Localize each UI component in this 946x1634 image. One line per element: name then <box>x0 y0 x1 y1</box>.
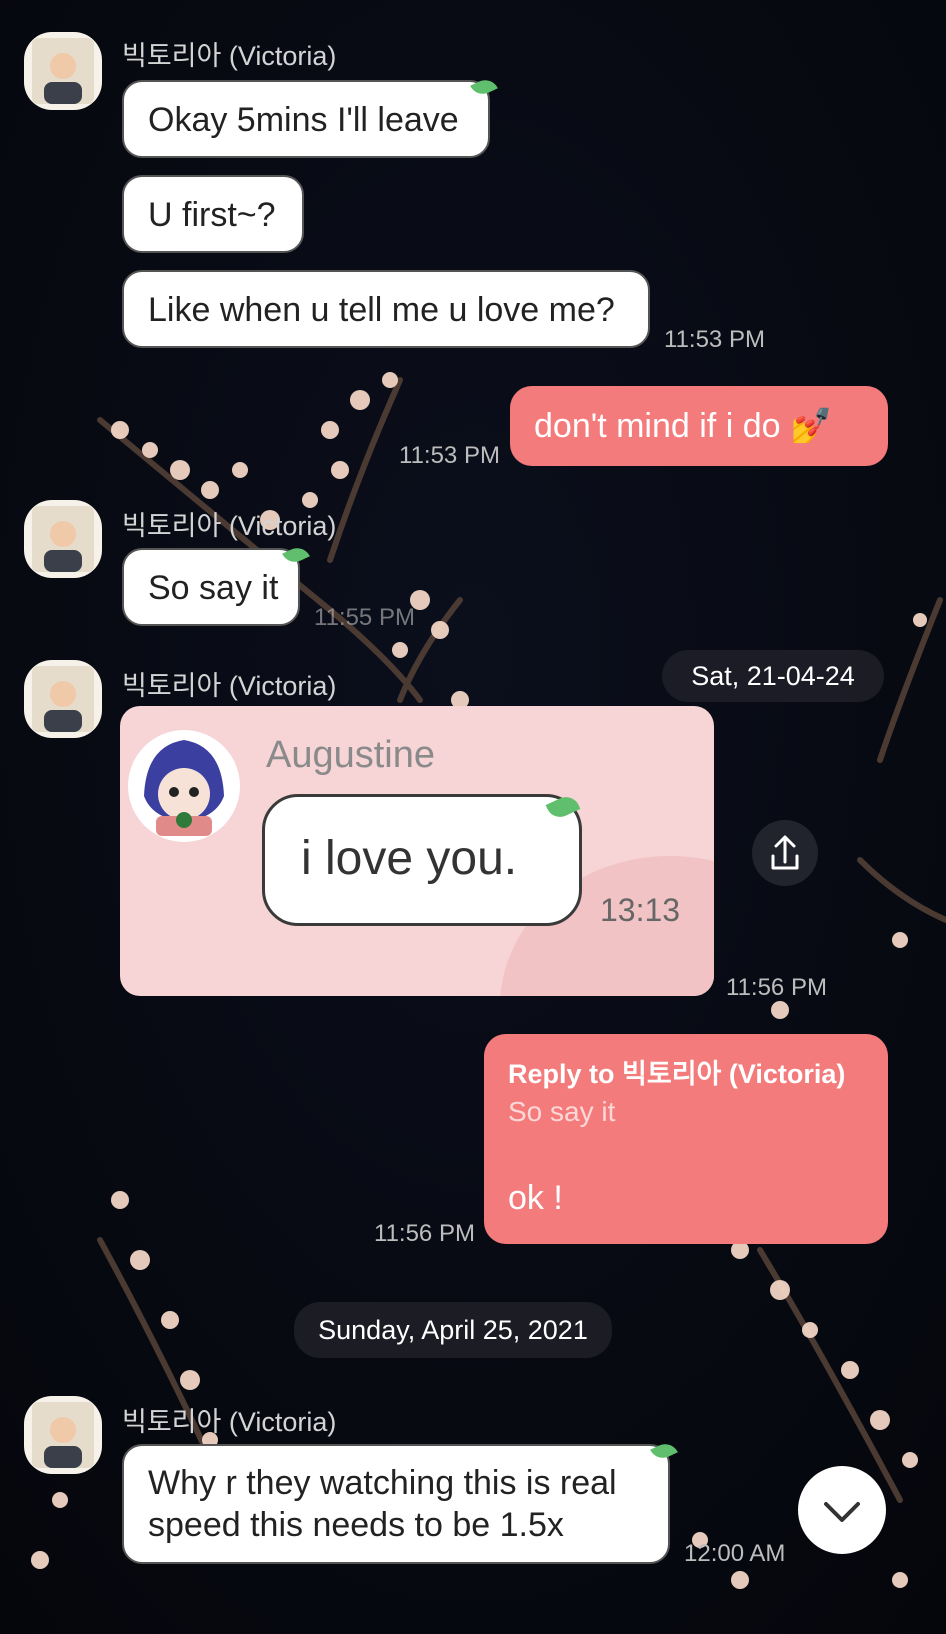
outgoing-message-bubble[interactable]: don't mind if i do 💅 <box>510 386 888 466</box>
image-message[interactable]: Augustine i love you. 13:13 <box>120 706 714 996</box>
message-bubble[interactable]: Why r they watching this is real speed t… <box>122 1444 670 1564</box>
reply-label: Reply to 빅토리아 (Victoria) <box>508 1059 846 1089</box>
avatar-image <box>32 1402 94 1468</box>
message-time: 12:00 AM <box>684 1540 786 1567</box>
augustine-avatar <box>128 730 240 842</box>
sender-name: 빅토리아 (Victoria) <box>122 41 337 71</box>
avatar[interactable] <box>24 500 102 578</box>
avatar[interactable] <box>24 32 102 110</box>
message-text: Okay 5mins I'll leave <box>148 101 459 139</box>
quoted-message-time: 13:13 <box>600 892 681 928</box>
reply-quote: So say it <box>508 1096 616 1127</box>
share-icon <box>771 835 799 870</box>
quoted-sender-name: Augustine <box>266 734 436 776</box>
message-bubble[interactable]: Okay 5mins I'll leave <box>122 80 490 158</box>
message-text: Like when u tell me u love me? <box>148 291 615 329</box>
scroll-down-button[interactable] <box>798 1466 886 1554</box>
outgoing-reply-bubble[interactable]: Reply to 빅토리아 (Victoria) So say it ok ! <box>484 1034 888 1244</box>
message-time: 11:53 PM <box>664 326 765 353</box>
nail-polish-emoji: 💅 <box>789 407 833 445</box>
date-divider: Sunday, April 25, 2021 <box>294 1302 612 1358</box>
message-time: 11:56 PM <box>374 1220 475 1247</box>
message-text-line-2: speed this needs to be 1.5x <box>148 1506 564 1544</box>
quoted-message-text: i love you. <box>301 832 518 885</box>
avatar-image <box>32 38 94 104</box>
message-bubble[interactable]: U first~? <box>122 175 304 253</box>
quoted-message-bubble: i love you. <box>262 794 582 926</box>
sender-name: 빅토리아 (Victoria) <box>122 511 337 541</box>
message-time: 11:56 PM <box>726 974 827 1001</box>
message-text: don't mind if i do <box>534 407 781 445</box>
avatar[interactable] <box>24 660 102 738</box>
share-button[interactable] <box>752 820 818 886</box>
floating-date-pill: Sat, 21-04-24 <box>662 650 884 702</box>
avatar[interactable] <box>24 1396 102 1474</box>
message-bubble[interactable]: So say it <box>122 548 300 626</box>
message-bubble[interactable]: Like when u tell me u love me? <box>122 270 650 348</box>
message-time: 11:53 PM <box>399 442 500 469</box>
chevron-down-icon <box>824 1502 860 1522</box>
message-text-line-1: Why r they watching this is real <box>148 1464 617 1502</box>
sender-name: 빅토리아 (Victoria) <box>122 671 337 701</box>
message-text: So say it <box>148 569 279 607</box>
sender-name: 빅토리아 (Victoria) <box>122 1407 337 1437</box>
message-time: 11:55 PM <box>314 604 415 631</box>
avatar-image <box>32 666 94 732</box>
message-text: U first~? <box>148 196 276 234</box>
avatar-image <box>32 506 94 572</box>
message-text: ok ! <box>508 1179 563 1217</box>
